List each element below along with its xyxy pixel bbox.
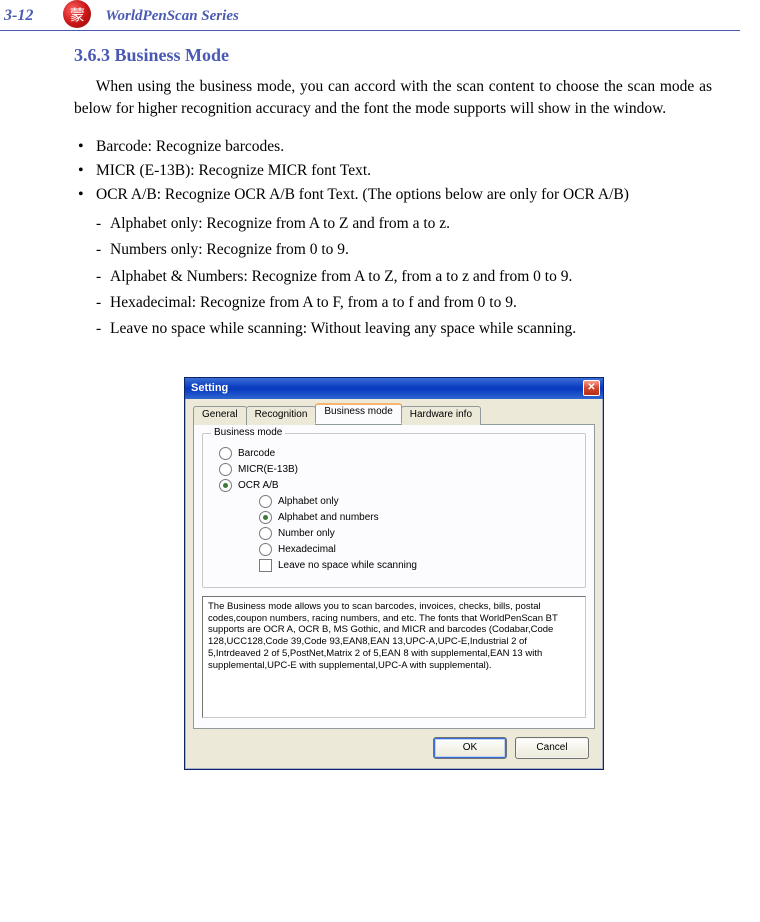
section-intro: When using the business mode, you can ac… bbox=[74, 76, 712, 121]
radio-label: Hexadecimal bbox=[278, 544, 336, 555]
tab-recognition[interactable]: Recognition bbox=[246, 406, 317, 425]
dialog-button-row: OK Cancel bbox=[193, 729, 595, 761]
radio-icon bbox=[259, 527, 272, 540]
sub-list: Alphabet only: Recognize from A to Z and… bbox=[74, 211, 712, 343]
radio-label: MICR(E-13B) bbox=[238, 464, 298, 475]
radio-icon bbox=[219, 463, 232, 476]
document-page: 3-12 蒙 WorldPenScan Series 3.6.3 Busines… bbox=[0, 0, 760, 770]
radio-icon bbox=[219, 447, 232, 460]
list-item: OCR A/B: Recognize OCR A/B font Text. (T… bbox=[74, 183, 712, 207]
radio-label: Alphabet and numbers bbox=[278, 512, 379, 523]
page-header: 3-12 蒙 WorldPenScan Series bbox=[0, 0, 740, 31]
checkbox-label: Leave no space while scanning bbox=[278, 560, 417, 571]
description-textbox: The Business mode allows you to scan bar… bbox=[202, 596, 586, 718]
page-number: 3-12 bbox=[4, 7, 33, 25]
checkbox-icon bbox=[259, 559, 272, 572]
series-title: WorldPenScan Series bbox=[105, 8, 238, 25]
radio-label: Alphabet only bbox=[278, 496, 339, 507]
dialog-body: General Recognition Business mode Hardwa… bbox=[185, 399, 603, 769]
settings-dialog-screenshot: Setting ✕ General Recognition Business m… bbox=[184, 377, 602, 770]
radio-label: Number only bbox=[278, 528, 335, 539]
list-item: MICR (E-13B): Recognize MICR font Text. bbox=[74, 159, 712, 183]
radio-label: OCR A/B bbox=[238, 480, 279, 491]
radio-hexadecimal[interactable]: Hexadecimal bbox=[259, 543, 577, 556]
radio-icon bbox=[259, 511, 272, 524]
settings-dialog: Setting ✕ General Recognition Business m… bbox=[184, 377, 604, 770]
business-mode-fieldset: Business mode Barcode MICR(E-13B) bbox=[202, 433, 586, 588]
page-content: 3.6.3 Business Mode When using the busin… bbox=[0, 45, 760, 770]
dialog-title: Setting bbox=[191, 382, 228, 394]
close-icon: ✕ bbox=[587, 383, 595, 393]
close-button[interactable]: ✕ bbox=[583, 380, 600, 396]
bullet-list: Barcode: Recognize barcodes. MICR (E-13B… bbox=[74, 135, 712, 207]
list-item: Alphabet & Numbers: Recognize from A to … bbox=[96, 264, 712, 290]
tab-business-mode[interactable]: Business mode bbox=[315, 403, 401, 424]
tab-strip: General Recognition Business mode Hardwa… bbox=[193, 405, 595, 425]
list-item: Alphabet only: Recognize from A to Z and… bbox=[96, 211, 712, 237]
list-item: Barcode: Recognize barcodes. bbox=[74, 135, 712, 159]
list-item: Leave no space while scanning: Without l… bbox=[96, 316, 712, 342]
radio-barcode[interactable]: Barcode bbox=[219, 447, 577, 460]
list-item: Hexadecimal: Recognize from A to F, from… bbox=[96, 290, 712, 316]
cancel-button[interactable]: Cancel bbox=[515, 737, 589, 759]
radio-icon bbox=[259, 495, 272, 508]
radio-alphabet-numbers[interactable]: Alphabet and numbers bbox=[259, 511, 577, 524]
radio-ocr-ab[interactable]: OCR A/B bbox=[219, 479, 577, 492]
ok-button[interactable]: OK bbox=[433, 737, 507, 759]
tab-panel-business-mode: Business mode Barcode MICR(E-13B) bbox=[193, 425, 595, 729]
radio-icon bbox=[219, 479, 232, 492]
brand-logo-icon: 蒙 bbox=[63, 0, 91, 28]
radio-icon bbox=[259, 543, 272, 556]
radio-number-only[interactable]: Number only bbox=[259, 527, 577, 540]
radio-alphabet-only[interactable]: Alphabet only bbox=[259, 495, 577, 508]
tab-hardware-info[interactable]: Hardware info bbox=[401, 406, 481, 425]
radio-label: Barcode bbox=[238, 448, 275, 459]
list-item: Numbers only: Recognize from 0 to 9. bbox=[96, 237, 712, 263]
tab-general[interactable]: General bbox=[193, 406, 247, 425]
dialog-titlebar[interactable]: Setting ✕ bbox=[185, 378, 603, 399]
checkbox-no-space[interactable]: Leave no space while scanning bbox=[259, 559, 577, 572]
radio-micr[interactable]: MICR(E-13B) bbox=[219, 463, 577, 476]
section-heading: 3.6.3 Business Mode bbox=[74, 45, 712, 66]
fieldset-legend: Business mode bbox=[211, 427, 285, 438]
